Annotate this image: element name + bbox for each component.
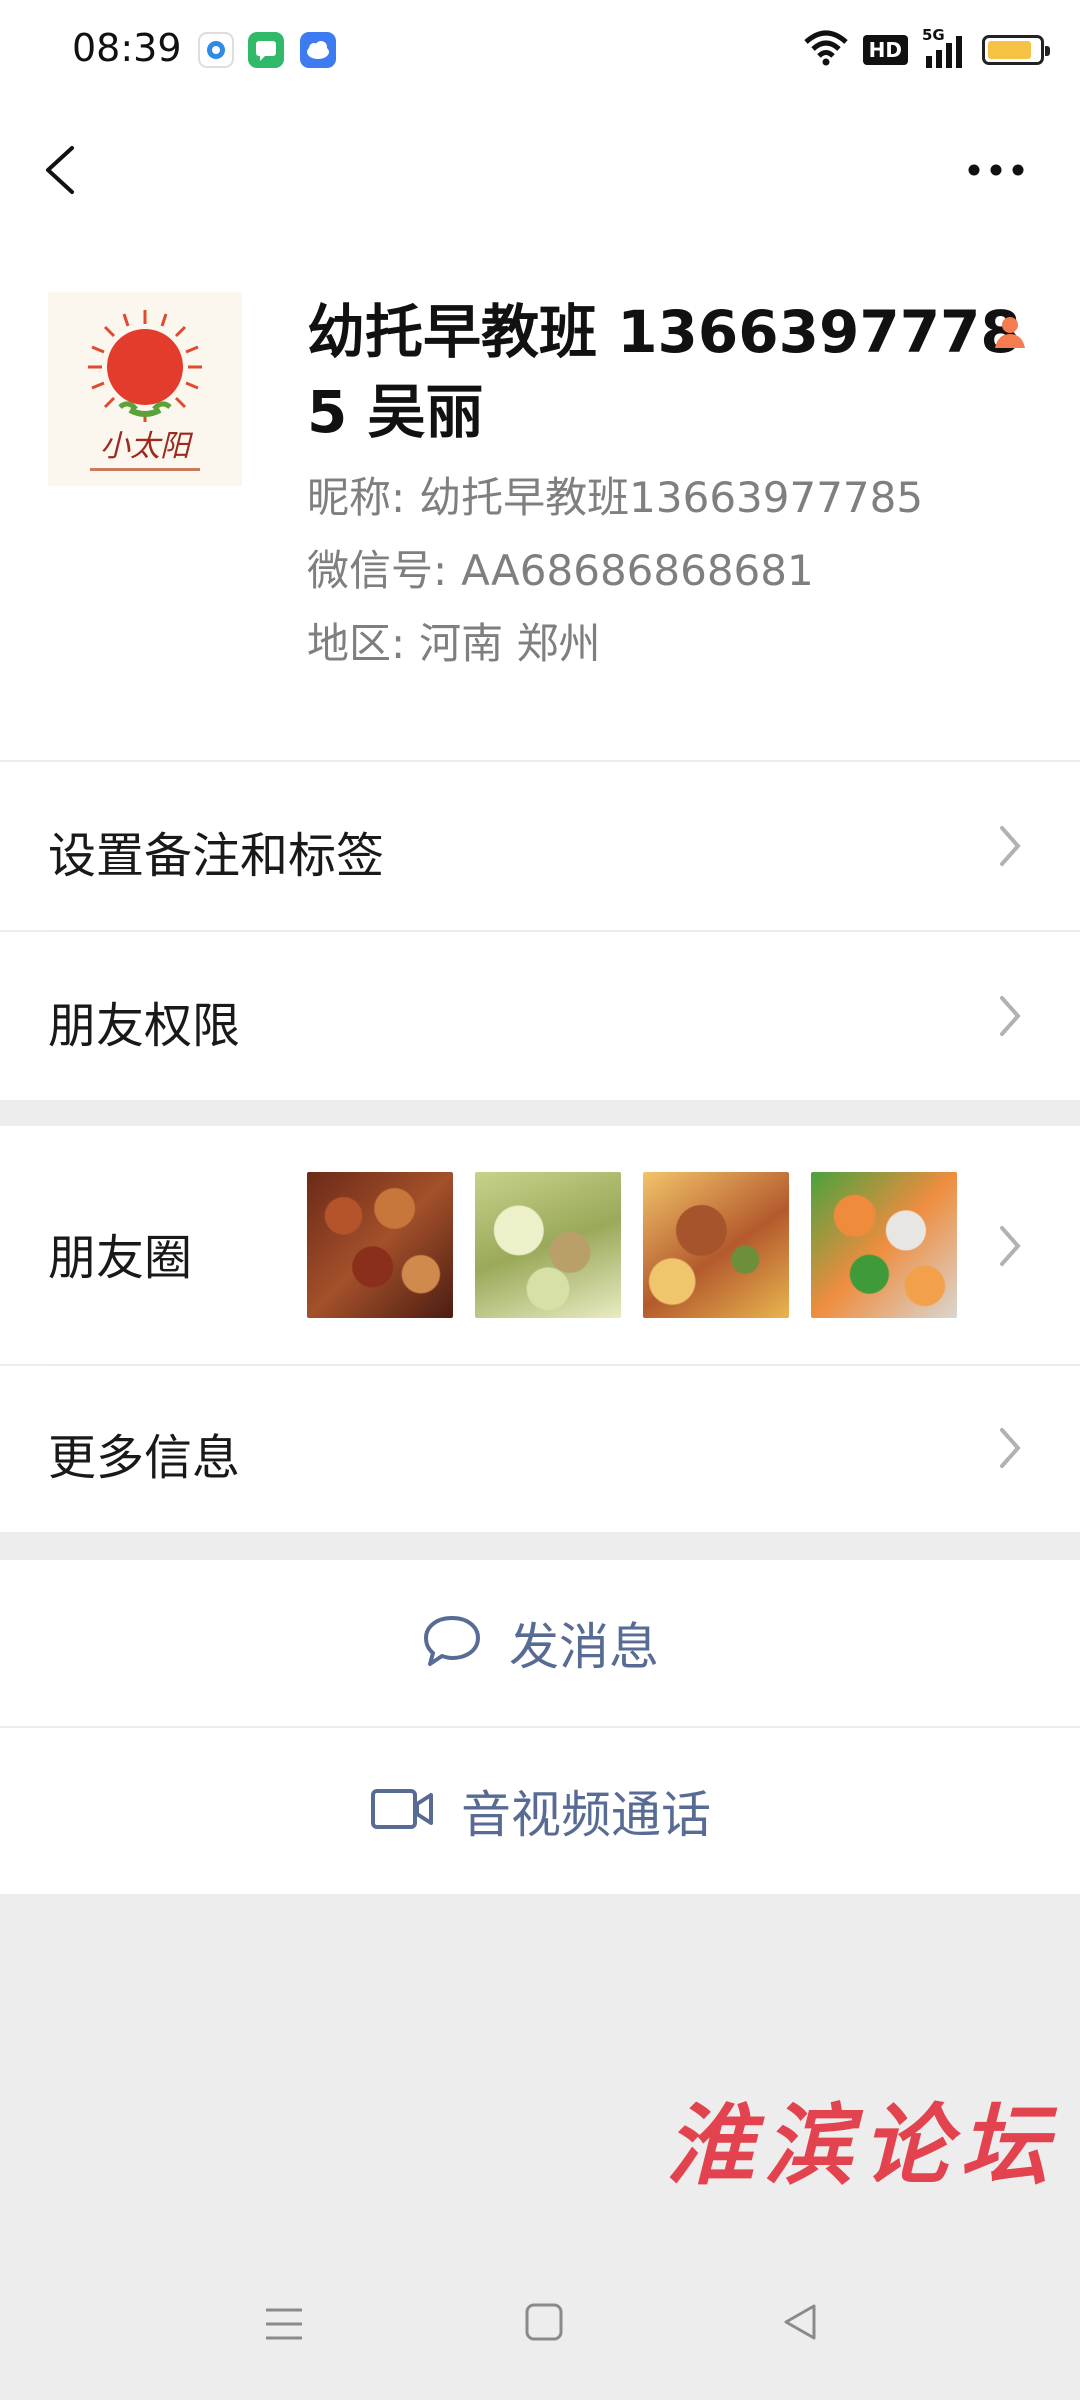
moments-thumbnail[interactable] xyxy=(811,1172,957,1318)
more-button[interactable] xyxy=(960,150,1032,190)
message-notification-icon xyxy=(248,32,284,68)
female-person-icon xyxy=(990,312,1030,356)
region-value: 河南 郑州 xyxy=(419,619,601,668)
wifi-icon xyxy=(803,30,849,70)
moments-thumbnail[interactable] xyxy=(475,1172,621,1318)
send-message-label: 发消息 xyxy=(509,1618,659,1676)
nickname-label: 昵称: xyxy=(307,473,406,522)
remark-tags-label: 设置备注和标签 xyxy=(48,828,385,884)
signal-5g-icon: 5G xyxy=(922,26,968,70)
menu-button[interactable] xyxy=(262,2302,306,2350)
avatar-text: 小太阳 xyxy=(100,429,194,464)
more-info-row[interactable]: 更多信息 xyxy=(0,1366,1080,1532)
home-button[interactable] xyxy=(522,2300,566,2348)
chevron-left-icon xyxy=(46,146,74,194)
chevron-right-icon xyxy=(996,992,1026,1044)
video-call-label: 音视频通话 xyxy=(461,1786,711,1844)
send-message-button[interactable]: 发消息 xyxy=(0,1560,1080,1726)
status-right-icons: HD 5G xyxy=(803,26,1050,74)
square-home-icon xyxy=(525,2303,563,2341)
status-bar: 08:39 HD 5G xyxy=(0,0,1080,100)
chevron-right-icon xyxy=(996,1424,1026,1476)
friend-permissions-row[interactable]: 朋友权限 xyxy=(0,932,1080,1100)
avatar[interactable]: 小太阳 xyxy=(48,292,242,486)
wechat-id-row: 微信号: AA68686868681 xyxy=(307,537,814,598)
more-dots-icon xyxy=(968,164,1024,176)
battery-icon xyxy=(982,35,1050,65)
display-name: 幼托早教班 13663977785 吴丽 xyxy=(307,298,1021,446)
region-label: 地区: xyxy=(307,619,406,668)
chat-bubble-icon xyxy=(421,1613,483,1673)
chevron-right-icon xyxy=(996,822,1026,874)
app-notification-icon xyxy=(198,32,234,68)
sun-logo-icon: 小太阳 xyxy=(88,310,202,471)
triangle-back-icon xyxy=(784,2304,816,2340)
hd-icon: HD xyxy=(862,35,908,65)
menu-lines-icon xyxy=(266,2308,302,2340)
region-row: 地区: 河南 郑州 xyxy=(307,610,601,671)
top-nav xyxy=(0,100,1080,240)
system-nav-bar xyxy=(0,2270,1080,2400)
forum-watermark: 淮滨论坛 xyxy=(666,2093,1059,2197)
nickname-row: 昵称: 幼托早教班13663977785 xyxy=(307,464,923,525)
status-time: 08:39 xyxy=(72,26,182,70)
moments-thumbnail[interactable] xyxy=(643,1172,789,1318)
moments-thumbnail[interactable] xyxy=(307,1172,453,1318)
remark-tags-row[interactable]: 设置备注和标签 xyxy=(0,762,1080,930)
chevron-right-icon xyxy=(996,1222,1026,1274)
back-nav-button[interactable] xyxy=(778,2300,822,2348)
moments-label: 朋友圈 xyxy=(48,1230,193,1286)
back-button[interactable] xyxy=(36,140,96,200)
wechat-id-value: AA68686868681 xyxy=(461,546,814,595)
friend-permissions-label: 朋友权限 xyxy=(48,998,241,1054)
wechat-id-label: 微信号: xyxy=(307,546,448,595)
video-call-button[interactable]: 音视频通话 xyxy=(0,1728,1080,1894)
nickname-value: 幼托早教班13663977785 xyxy=(419,473,924,522)
more-info-label: 更多信息 xyxy=(48,1430,241,1486)
video-camera-icon xyxy=(369,1785,435,1837)
cloud-notification-icon xyxy=(300,32,336,68)
